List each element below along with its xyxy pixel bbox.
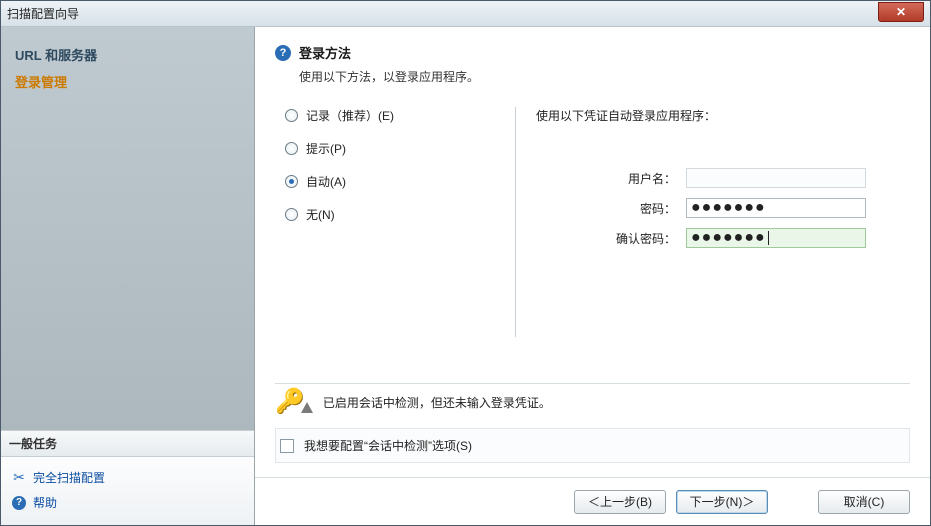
confirm-password-row: 确认密码： ●●●●●●● bbox=[536, 228, 910, 248]
session-detect-label: 我想要配置“会话中检测”选项(S) bbox=[304, 437, 472, 454]
login-method-options: 记录（推荐）(E) 提示(P) 自动(A) 无(N) bbox=[275, 107, 495, 337]
tools-icon: ✂ bbox=[11, 470, 27, 486]
radio-icon bbox=[285, 109, 298, 122]
close-button[interactable]: ✕ bbox=[878, 2, 924, 22]
sidebar-tasks-header: 一般任务 bbox=[1, 430, 254, 457]
password-row: 密码： ●●●●●●● bbox=[536, 198, 910, 218]
vertical-divider bbox=[515, 107, 516, 337]
content-area: ? 登录方法 使用以下方法，以登录应用程序。 记录（推荐）(E) 提示(P) bbox=[255, 27, 930, 477]
warning-text: 已启用会话中检测，但还未输入登录凭证。 bbox=[323, 394, 551, 411]
confirm-password-input[interactable]: ●●●●●●● bbox=[686, 228, 866, 248]
radio-icon bbox=[285, 208, 298, 221]
radio-none-label: 无(N) bbox=[306, 206, 335, 223]
question-icon: ? bbox=[275, 45, 291, 61]
radio-prompt-label: 提示(P) bbox=[306, 140, 346, 157]
radio-none[interactable]: 无(N) bbox=[285, 206, 495, 223]
next-button[interactable]: 下一步(N)＞ bbox=[676, 490, 768, 514]
sidebar-steps: URL 和服务器 登录管理 bbox=[1, 27, 254, 430]
radio-record[interactable]: 记录（推荐）(E) bbox=[285, 107, 495, 124]
credentials-panel: 使用以下凭证自动登录应用程序： 用户名： 密码： ●●●●●●● bbox=[536, 107, 910, 337]
radio-icon bbox=[285, 142, 298, 155]
task-help-label: 帮助 bbox=[33, 494, 57, 511]
window-title: 扫描配置向导 bbox=[7, 5, 878, 22]
password-input[interactable]: ●●●●●●● bbox=[686, 198, 866, 218]
radio-icon bbox=[285, 175, 298, 188]
task-full-scan-config-label: 完全扫描配置 bbox=[33, 469, 105, 486]
page-heading-row: ? 登录方法 bbox=[275, 43, 910, 62]
warning-icon bbox=[301, 402, 313, 413]
task-help[interactable]: ? 帮助 bbox=[9, 490, 246, 515]
radio-auto[interactable]: 自动(A) bbox=[285, 173, 495, 190]
password-mask: ●●●●●●● bbox=[691, 201, 766, 215]
credentials-heading: 使用以下凭证自动登录应用程序： bbox=[536, 107, 910, 124]
radio-auto-label: 自动(A) bbox=[306, 173, 346, 190]
radio-record-label: 记录（推荐）(E) bbox=[306, 107, 394, 124]
task-full-scan-config[interactable]: ✂ 完全扫描配置 bbox=[9, 465, 246, 490]
page-heading: 登录方法 bbox=[299, 43, 351, 62]
sidebar-tasks: ✂ 完全扫描配置 ? 帮助 bbox=[1, 457, 254, 525]
wizard-footer: ＜上一步(B) 下一步(N)＞ 取消(C) bbox=[255, 477, 930, 525]
session-detect-option-row: 我想要配置“会话中检测”选项(S) bbox=[275, 428, 910, 463]
wizard-window: 扫描配置向导 ✕ URL 和服务器 登录管理 一般任务 ✂ 完全扫描配置 ? 帮… bbox=[0, 0, 931, 526]
sidebar-step-url-servers[interactable]: URL 和服务器 bbox=[11, 41, 244, 68]
session-detect-checkbox[interactable] bbox=[280, 439, 294, 453]
body-layout: URL 和服务器 登录管理 一般任务 ✂ 完全扫描配置 ? 帮助 ? 登录方法 bbox=[1, 27, 930, 525]
page-subtitle: 使用以下方法，以登录应用程序。 bbox=[299, 68, 910, 85]
radio-prompt[interactable]: 提示(P) bbox=[285, 140, 495, 157]
username-row: 用户名： bbox=[536, 168, 910, 188]
title-bar: 扫描配置向导 ✕ bbox=[1, 1, 930, 27]
back-button[interactable]: ＜上一步(B) bbox=[574, 490, 666, 514]
confirm-password-label: 确认密码： bbox=[536, 230, 686, 247]
main-panel: ? 登录方法 使用以下方法，以登录应用程序。 记录（推荐）(E) 提示(P) bbox=[255, 27, 930, 525]
cancel-button[interactable]: 取消(C) bbox=[818, 490, 910, 514]
two-column-layout: 记录（推荐）(E) 提示(P) 自动(A) 无(N) bbox=[275, 107, 910, 337]
help-icon: ? bbox=[11, 495, 27, 511]
username-label: 用户名： bbox=[536, 170, 686, 187]
sidebar: URL 和服务器 登录管理 一般任务 ✂ 完全扫描配置 ? 帮助 bbox=[1, 27, 255, 525]
password-label: 密码： bbox=[536, 200, 686, 217]
close-icon: ✕ bbox=[896, 5, 906, 19]
confirm-password-mask: ●●●●●●● bbox=[691, 231, 766, 245]
text-cursor bbox=[768, 231, 769, 245]
sidebar-step-login-management[interactable]: 登录管理 bbox=[11, 68, 244, 95]
warning-row: 🔑 已启用会话中检测，但还未输入登录凭证。 bbox=[275, 383, 910, 428]
username-input[interactable] bbox=[686, 168, 866, 188]
